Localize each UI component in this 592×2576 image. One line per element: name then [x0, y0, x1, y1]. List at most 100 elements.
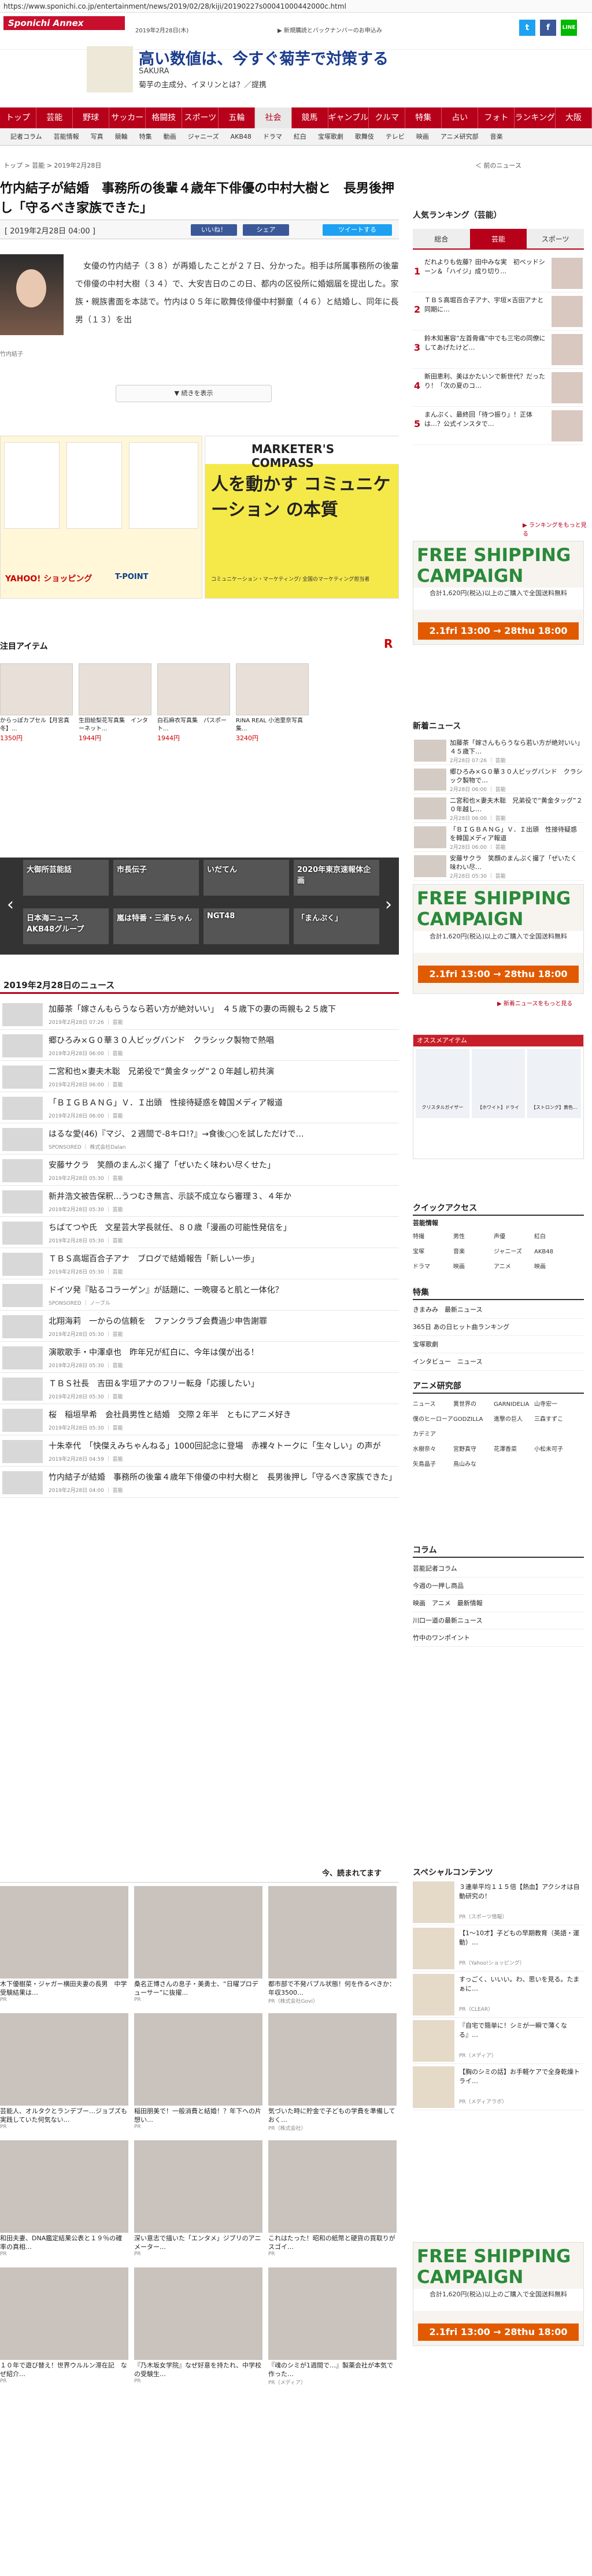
- anime-link[interactable]: 水樹奈々: [413, 1442, 453, 1457]
- top-ad-banner[interactable]: 高い数値は、今すぐ菊芋で対策する SAKURA 菊芋の主成分、イヌリンとは？／提…: [87, 46, 410, 92]
- subnav-item[interactable]: 映画: [410, 128, 435, 145]
- anime-link[interactable]: GODZILLA: [453, 1412, 494, 1442]
- ranking-item[interactable]: 5 まんぷく、最終回「待つ振り」！正体は…？公式インスタで…: [413, 407, 584, 445]
- subnav-item[interactable]: 紅白: [288, 128, 312, 145]
- subnav-item[interactable]: 競輪: [109, 128, 134, 145]
- anime-link[interactable]: 山寺宏一: [534, 1397, 575, 1412]
- subnav-item[interactable]: 記者コラム: [5, 128, 48, 145]
- anime-link[interactable]: 花澤香菜: [494, 1442, 534, 1457]
- recommended-card[interactable]: 『魂のシミが1週間で…』製薬会社が本気で作った… PR（メディア）: [268, 2267, 397, 2389]
- subnav-item[interactable]: 歌舞伎: [349, 128, 380, 145]
- special-item[interactable]: 『自宅で簡単に！シミが一瞬で薄くなる』… PR（メディア）: [413, 2018, 584, 2064]
- new-news-item[interactable]: 安藤サクラ 笑顔のまんぷく撮了「ぜいたく味わい尽… 2月28日 05:30 ｜ 芸…: [413, 852, 584, 881]
- yahoo-shopping-ad[interactable]: YAHOO! ショッピング T-POINT: [0, 436, 202, 599]
- news-row[interactable]: ＴＢＳ高堀百合子アナ ブログで結婚報告「新しい一歩」 2019年2月28日 05:…: [0, 1248, 399, 1279]
- nav-item[interactable]: 特集: [405, 107, 442, 128]
- anime-link[interactable]: GARNIDELIA: [494, 1397, 534, 1412]
- column-link[interactable]: 今週の一押し商品: [413, 1577, 584, 1595]
- nav-item[interactable]: 占い: [442, 107, 479, 128]
- news-row[interactable]: 北翔海莉 一からの信頼を ファンクラブ会費過少申告謝罪 2019年2月28日 05…: [0, 1311, 399, 1342]
- quick-link[interactable]: AKB48: [534, 1245, 575, 1260]
- carousel-next-icon[interactable]: ›: [380, 894, 397, 915]
- subnav-item[interactable]: 動画: [158, 128, 182, 145]
- recommended-card[interactable]: 『乃木坂女学院』なぜ好意を持たれ、中学校の受験生… PR: [134, 2267, 262, 2389]
- news-title[interactable]: ちばてつや氏 文星芸大学長就任、８０歳「漫画の可能性発信を」: [49, 1222, 395, 1233]
- nav-item[interactable]: 格闘技: [146, 107, 183, 128]
- news-row[interactable]: 十朱幸代 「快傑えみちゃんねる」1000回記念に登場 赤裸々トークに「生々しい」…: [0, 1435, 399, 1467]
- subnav-item[interactable]: テレビ: [380, 128, 410, 145]
- news-row[interactable]: 演歌歌手・中澤卓也 昨年兄が紅白に、今年は僕が出る！ 2019年2月28日 05:…: [0, 1342, 399, 1373]
- quick-link[interactable]: 宝塚: [413, 1245, 453, 1260]
- news-title[interactable]: 演歌歌手・中澤卓也 昨年兄が紅白に、今年は僕が出る！: [49, 1346, 395, 1358]
- new-news-item[interactable]: 「ＢＩＧＢＡＮＧ」Ｖ．Ｉ出頭 性接待疑惑を韓国メディア報道 2月28日 06:00…: [413, 823, 584, 852]
- recommended-card[interactable]: 気づいた時に貯金で子どもの学費を準備しておく… PR（株式会社）: [268, 2013, 397, 2135]
- news-title[interactable]: 二宮和也×妻夫木聡 兄弟役で“黄金タッグ”２０年越し初共演: [49, 1066, 395, 1077]
- nav-item[interactable]: ギャンブル: [328, 107, 369, 128]
- nav-item[interactable]: 五輪: [219, 107, 256, 128]
- nav-item[interactable]: クルマ: [369, 107, 406, 128]
- news-title[interactable]: 十朱幸代 「快傑えみちゃんねる」1000回記念に登場 赤裸々トークに「生々しい」…: [49, 1440, 395, 1452]
- anime-link[interactable]: 宮野真守: [453, 1442, 494, 1457]
- item-card[interactable]: からっぽカプセル【月宮真冬】... 1350円: [0, 663, 73, 742]
- line-icon[interactable]: LINE: [561, 20, 577, 36]
- subnav-item[interactable]: 特集: [134, 128, 158, 145]
- read-more-button[interactable]: ▼ 続きを表示: [116, 385, 272, 402]
- shipping-campaign-ad[interactable]: FREE SHIPPING CAMPAIGN 合計1,620円(税込)以上のご購…: [413, 541, 584, 645]
- feature-link[interactable]: 365日 あの日ヒット曲ランキング: [413, 1319, 584, 1336]
- subnav-item[interactable]: 写真: [85, 128, 109, 145]
- column-link[interactable]: 川口一道の最新ニュース: [413, 1612, 584, 1630]
- special-item[interactable]: 【1〜10才】子どもの早期教育（英語・運動）… PR（Yahoo!ショッピング）: [413, 1925, 584, 1972]
- item-card[interactable]: RiNA REAL 小池里奈写真集... 3240円: [236, 663, 309, 742]
- like-button[interactable]: いいね！: [191, 224, 237, 236]
- recommended-card[interactable]: 稲田朋美で！一般消費と結婚！？年下への片想い… PR: [134, 2013, 262, 2135]
- anime-link[interactable]: 進撃の巨人: [494, 1412, 534, 1442]
- column-link[interactable]: 映画 アニメ 最新情報: [413, 1595, 584, 1612]
- news-row[interactable]: 安藤サクラ 笑顔のまんぷく撮了「ぜいたく味わい尽くせた」 2019年2月28日 0…: [0, 1155, 399, 1186]
- news-title[interactable]: 安藤サクラ 笑顔のまんぷく撮了「ぜいたく味わい尽くせた」: [49, 1159, 395, 1171]
- news-title[interactable]: ドイツ発『貼るコラーゲン』が話題に、一晩寝ると肌と一体化？: [49, 1284, 395, 1296]
- nav-item[interactable]: 野球: [73, 107, 110, 128]
- ranking-tab[interactable]: 総合: [413, 229, 470, 248]
- ranking-tab[interactable]: スポーツ: [527, 229, 584, 248]
- shipping-campaign-ad-3[interactable]: FREE SHIPPING CAMPAIGN 合計1,620円(税込)以上のご購…: [413, 2242, 584, 2346]
- twitter-icon[interactable]: t: [519, 20, 535, 36]
- shipping-campaign-ad-2[interactable]: FREE SHIPPING CAMPAIGN 合計1,620円(税込)以上のご購…: [413, 884, 584, 994]
- ranking-item[interactable]: 3 鈴木知憲容“左首骨痛”中でも三宅の同僚にしてあげたけど…: [413, 331, 584, 369]
- subnav-item[interactable]: ジャニーズ: [182, 128, 225, 145]
- ranking-item[interactable]: 1 だれよりも佐藤？田中みな実 初ベッドシーン＆「ハイジ」成り切り…: [413, 254, 584, 292]
- news-row[interactable]: 加藤茶「嫁さんもらうなら若い方が絶対いい」 ４５歳下の妻の両親も２５歳下 2019…: [0, 999, 399, 1030]
- subnav-item[interactable]: 宝塚歌劇: [312, 128, 349, 145]
- anime-link[interactable]: 矢島晶子: [413, 1457, 453, 1472]
- news-title[interactable]: 加藤茶「嫁さんもらうなら若い方が絶対いい」 ４５歳下の妻の両親も２５歳下: [49, 1003, 395, 1015]
- column-link[interactable]: 芸能記者コラム: [413, 1560, 584, 1577]
- widget-item[interactable]: 【ストロング】黄色...: [527, 1049, 582, 1118]
- breadcrumb[interactable]: トップ > 芸能 > 2019年2月28日: [3, 161, 101, 170]
- site-logo[interactable]: Sponichi Annex: [3, 16, 125, 30]
- recommended-card[interactable]: 芸能人、オルタクとランデブー…ジョブズも実践していた何気ない… PR: [0, 2013, 128, 2135]
- new-news-more-link[interactable]: ▶ 新着ニュースをもっと見る: [497, 999, 572, 1007]
- news-title[interactable]: 竹内結子が結婚 事務所の後輩４歳年下俳優の中村大樹と 長男後押し「守るべき家族で…: [49, 1471, 395, 1483]
- widget-item[interactable]: 【ホワイト】ドライ: [471, 1049, 526, 1118]
- ad-headline[interactable]: 高い数値は、今すぐ菊芋で対策する: [139, 46, 388, 69]
- news-row[interactable]: ちばてつや氏 文星芸大学長就任、８０歳「漫画の可能性発信を」 2019年2月28日…: [0, 1217, 399, 1248]
- recommended-card[interactable]: 深い意志で描いた「エンタメ」ジブリのアニメーター… PR: [134, 2140, 262, 2262]
- anime-link[interactable]: 僕のヒーローアカデミア: [413, 1412, 453, 1442]
- news-row[interactable]: 「ＢＩＧＢＡＮＧ」Ｖ．Ｉ出頭 性接待疑惑を韓国メディア報道 2019年2月28日 …: [0, 1092, 399, 1123]
- special-item[interactable]: すっごく、いいい。わ、思いを見る。たまぁに… PR（CLEAR）: [413, 1972, 584, 2018]
- prev-news-link[interactable]: ＜ 前のニュース: [475, 161, 521, 170]
- recommended-card[interactable]: 都市部で不発バブル状態！何を作るべきか：年収3500… PR（株式会社Govi）: [268, 1886, 397, 2007]
- facebook-icon[interactable]: f: [540, 20, 556, 36]
- anime-link[interactable]: ニュース: [413, 1397, 453, 1412]
- widget-item[interactable]: クリスタルガイザー: [416, 1049, 469, 1118]
- quick-link[interactable]: 特撮: [413, 1230, 453, 1245]
- carousel-prev-icon[interactable]: ‹: [2, 894, 18, 915]
- recommended-card[interactable]: 桑名正博さんの息子・美勇士、“日曜プロデューサー”に抜擢... PR: [134, 1886, 262, 2007]
- news-row[interactable]: 二宮和也×妻夫木聡 兄弟役で“黄金タッグ”２０年越し初共演 2019年2月28日 …: [0, 1061, 399, 1092]
- subnav-item[interactable]: AKB48: [225, 128, 257, 145]
- ranking-item[interactable]: 4 新田恵利、美はかたいンで新世代？だったり！「次の夏のコ…: [413, 369, 584, 407]
- news-title[interactable]: 新井浩文被告保釈…うつむき無言、示談不成立なら審理３、４年か: [49, 1190, 395, 1202]
- nav-item[interactable]: 芸能: [36, 107, 73, 128]
- news-title[interactable]: 北翔海莉 一からの信頼を ファンクラブ会費過少申告謝罪: [49, 1315, 395, 1327]
- carousel-tile[interactable]: 「まんぷく」: [294, 908, 379, 944]
- news-row[interactable]: 桜 稲垣早希 会社員男性と結婚 交際２年半 ともにアニメ好き 2019年2月28日…: [0, 1404, 399, 1435]
